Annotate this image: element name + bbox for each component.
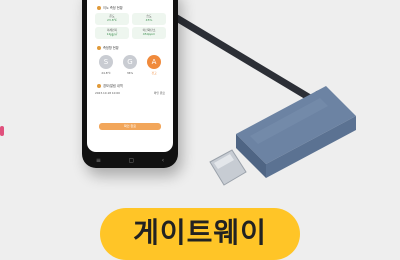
nav-menu-icon[interactable]: ≡	[96, 157, 101, 164]
dongle-body	[236, 86, 356, 178]
status-caption: 36%	[126, 71, 134, 75]
confirm-button[interactable]: 확인 완료	[99, 123, 161, 130]
nav-home-icon[interactable]: ▢	[128, 157, 134, 164]
status-circle[interactable]: S	[99, 55, 113, 69]
usb-connector	[209, 149, 247, 186]
status-circle[interactable]: G	[123, 55, 137, 69]
section-title-1: 이노 측정 현황	[97, 5, 123, 10]
nav-back-icon[interactable]: ‹	[162, 157, 164, 164]
sensor-card[interactable]: 습도 45%	[132, 13, 166, 25]
smartphone: 이노 측정 현황 온도 23.8℃ 습도 45% 미세먼지 12㎍/㎥ 이산화탄…	[82, 0, 178, 168]
alert-status: 확인 완료	[153, 91, 165, 95]
card-value: 450ppm	[142, 32, 156, 36]
gateway-badge-label: 게이트웨이	[133, 216, 267, 249]
gateway-badge: 게이트웨이	[100, 208, 300, 260]
status-circle-alert[interactable]: A	[147, 55, 161, 69]
product-scene: 이노 측정 현황 온도 23.8℃ 습도 45% 미세먼지 12㎍/㎥ 이산화탄…	[0, 0, 400, 260]
card-value: 23.8℃	[106, 18, 118, 22]
sensor-card[interactable]: 이산화탄소 450ppm	[132, 27, 166, 39]
status-caption: 경고	[151, 71, 157, 75]
card-value: 45%	[145, 18, 153, 22]
status-caption: 24.8℃	[101, 71, 111, 75]
phone-nav-bar: ≡ ▢ ‹	[82, 155, 178, 165]
alert-list-item[interactable]: 2023.10.18 10:00 확인 완료	[95, 91, 165, 95]
section-title-2: 측정항 현황	[97, 45, 119, 50]
alert-time: 2023.10.18 10:00	[95, 91, 120, 95]
card-value: 12㎍/㎥	[106, 32, 118, 36]
app-screen: 이노 측정 현황 온도 23.8℃ 습도 45% 미세먼지 12㎍/㎥ 이산화탄…	[87, 0, 173, 152]
sensor-card[interactable]: 미세먼지 12㎍/㎥	[95, 27, 129, 39]
section-title-3: 경보/알림 내역	[97, 83, 123, 88]
sensor-card[interactable]: 온도 23.8℃	[95, 13, 129, 25]
